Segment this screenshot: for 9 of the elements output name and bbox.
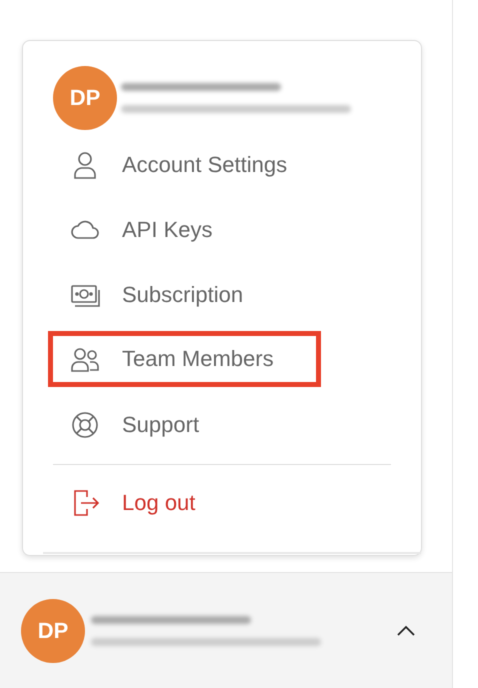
menu-item[interactable]: Subscription bbox=[48, 262, 321, 327]
user-avatar: DP bbox=[53, 66, 117, 130]
menu-item[interactable]: API Keys bbox=[48, 197, 321, 262]
logout-item[interactable]: Log out bbox=[48, 470, 321, 535]
menu-item[interactable]: Support bbox=[48, 392, 321, 457]
chevron-up-icon[interactable] bbox=[396, 624, 416, 636]
menu-item[interactable]: Account Settings bbox=[48, 132, 321, 197]
menu-item[interactable]: Team Members bbox=[48, 331, 321, 387]
user-avatar: DP bbox=[21, 598, 85, 662]
